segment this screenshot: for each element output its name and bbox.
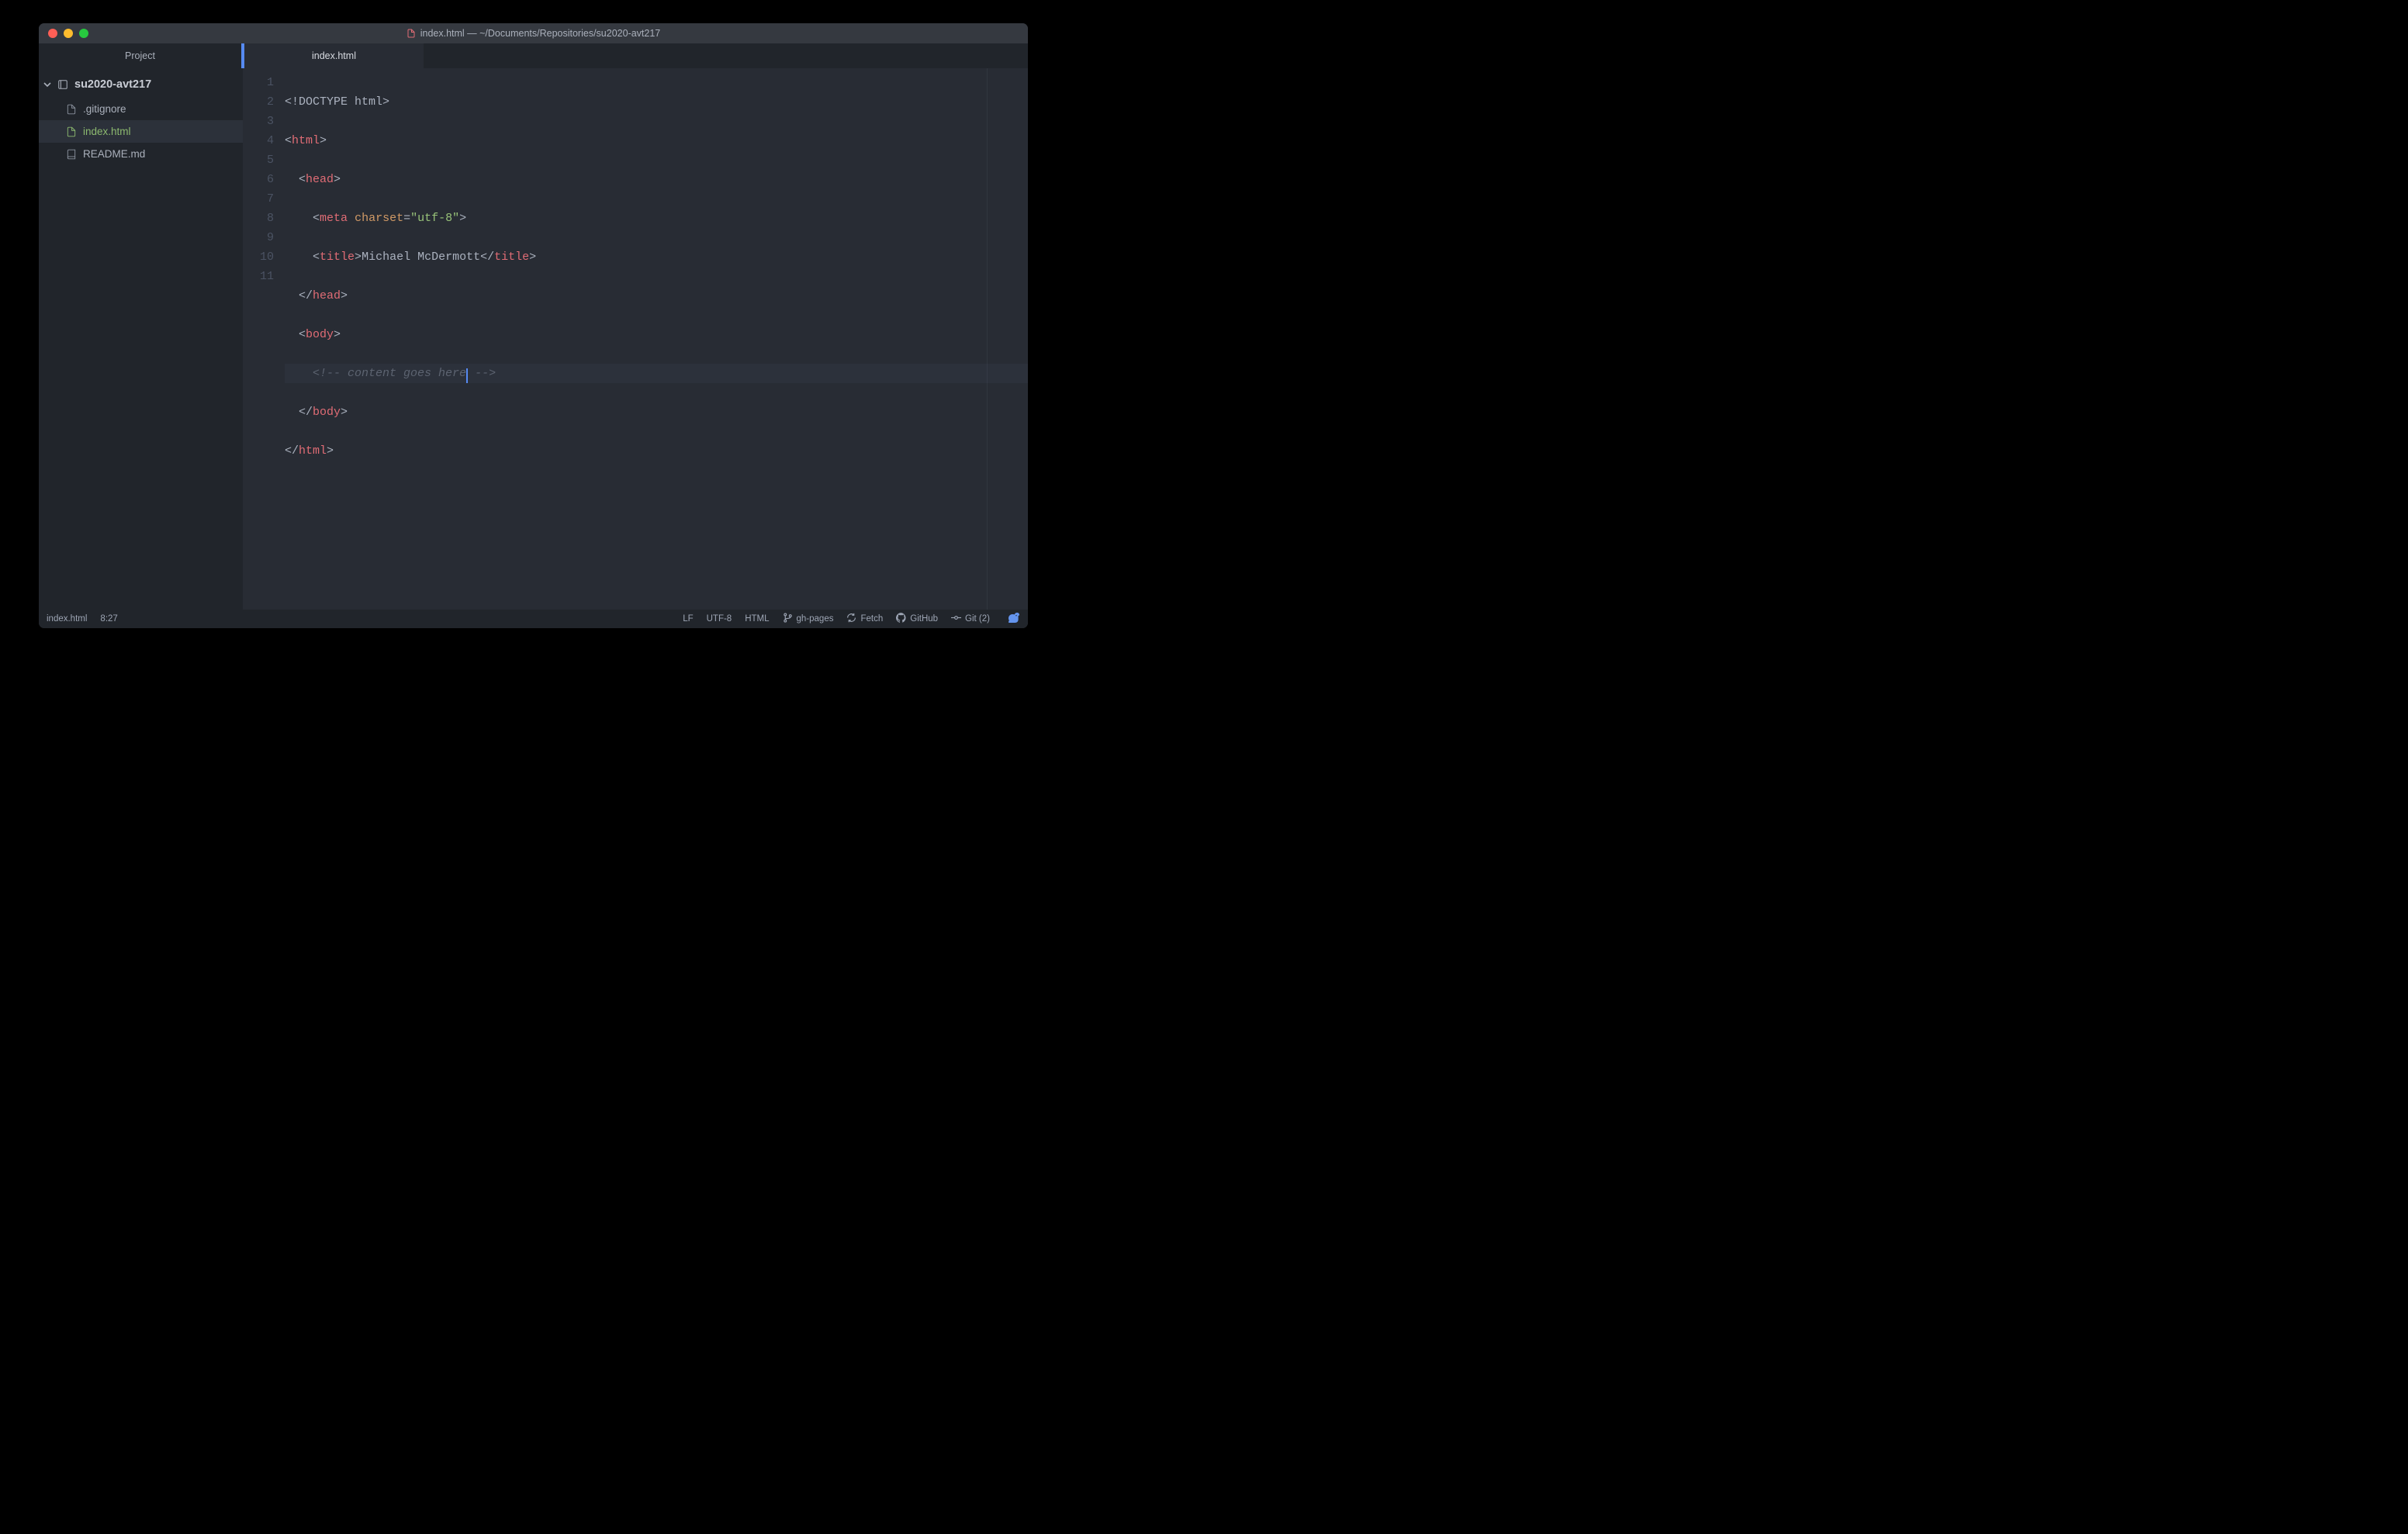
tab-label: index.html — [312, 50, 356, 61]
app-window: index.html — ~/Documents/Repositories/su… — [39, 23, 1028, 628]
line-number: 2 — [243, 92, 274, 112]
refresh-icon — [846, 613, 856, 625]
line-number: 5 — [243, 150, 274, 170]
window-title: index.html — ~/Documents/Repositories/su… — [39, 28, 1028, 39]
sidebar: Project su2020-avt217 .gitignore — [39, 43, 243, 610]
editor-tabs: index.html — [243, 43, 1028, 68]
line-number: 8 — [243, 209, 274, 228]
close-icon[interactable] — [48, 29, 57, 38]
file-icon — [407, 29, 416, 38]
window-title-text: index.html — ~/Documents/Repositories/su… — [420, 28, 661, 39]
line-number: 11 — [243, 267, 274, 286]
tree-root[interactable]: su2020-avt217 — [39, 71, 243, 98]
line-number: 4 — [243, 131, 274, 150]
status-encoding[interactable]: UTF-8 — [707, 614, 732, 624]
zoom-icon[interactable] — [79, 29, 88, 38]
status-bar: index.html 8:27 LF UTF-8 HTML gh-pages F… — [39, 610, 1028, 628]
titlebar[interactable]: index.html — ~/Documents/Repositories/su… — [39, 23, 1028, 43]
line-number: 1 — [243, 73, 274, 92]
github-icon — [896, 613, 906, 625]
line-number: 10 — [243, 247, 274, 267]
file-icon — [65, 103, 78, 116]
line-gutter: 1 2 3 4 5 6 7 8 9 10 11 — [243, 73, 285, 610]
code-content[interactable]: <!DOCTYPE html> <html> <head> <meta char… — [285, 73, 1028, 610]
tree-item-label: README.md — [83, 148, 145, 160]
git-branch-icon — [783, 613, 793, 625]
line-number: 6 — [243, 170, 274, 189]
status-file[interactable]: index.html — [47, 614, 87, 624]
tab-index-html[interactable]: index.html — [243, 43, 424, 68]
book-icon — [65, 148, 78, 161]
status-fetch[interactable]: Fetch — [846, 613, 883, 625]
line-number: 9 — [243, 228, 274, 247]
tree-item-label: .gitignore — [83, 103, 126, 115]
sidebar-tab-label: Project — [125, 50, 155, 61]
chevron-down-icon[interactable] — [43, 81, 51, 88]
git-commit-icon — [951, 613, 961, 625]
tree-item-index[interactable]: index.html — [39, 120, 243, 143]
file-tree: su2020-avt217 .gitignore index.html — [39, 68, 243, 165]
status-right: LF UTF-8 HTML gh-pages Fetch GitHub — [683, 612, 1020, 627]
repo-icon — [57, 78, 69, 91]
squirrel-icon[interactable] — [1008, 612, 1020, 627]
tree-item-gitignore[interactable]: .gitignore — [39, 98, 243, 120]
status-left: index.html 8:27 — [47, 614, 118, 624]
app-body: Project su2020-avt217 .gitignore — [39, 43, 1028, 610]
tree-item-readme[interactable]: README.md — [39, 143, 243, 165]
status-line-ending[interactable]: LF — [683, 614, 693, 624]
minimize-icon[interactable] — [64, 29, 73, 38]
file-icon — [65, 126, 78, 138]
status-git[interactable]: Git (2) — [951, 613, 990, 625]
editor-pane: index.html 1 2 3 4 5 6 7 8 9 10 11 — [243, 43, 1028, 610]
status-grammar[interactable]: HTML — [745, 614, 769, 624]
line-number: 3 — [243, 112, 274, 131]
status-github[interactable]: GitHub — [896, 613, 938, 625]
window-controls — [39, 29, 88, 38]
tree-root-label: su2020-avt217 — [74, 78, 151, 91]
sidebar-tab-project[interactable]: Project — [39, 43, 243, 68]
code-editor[interactable]: 1 2 3 4 5 6 7 8 9 10 11 <!DOCTYPE html> … — [243, 68, 1028, 610]
tree-item-label: index.html — [83, 126, 131, 137]
status-cursor[interactable]: 8:27 — [100, 614, 117, 624]
status-branch[interactable]: gh-pages — [783, 613, 834, 625]
line-number: 7 — [243, 189, 274, 209]
